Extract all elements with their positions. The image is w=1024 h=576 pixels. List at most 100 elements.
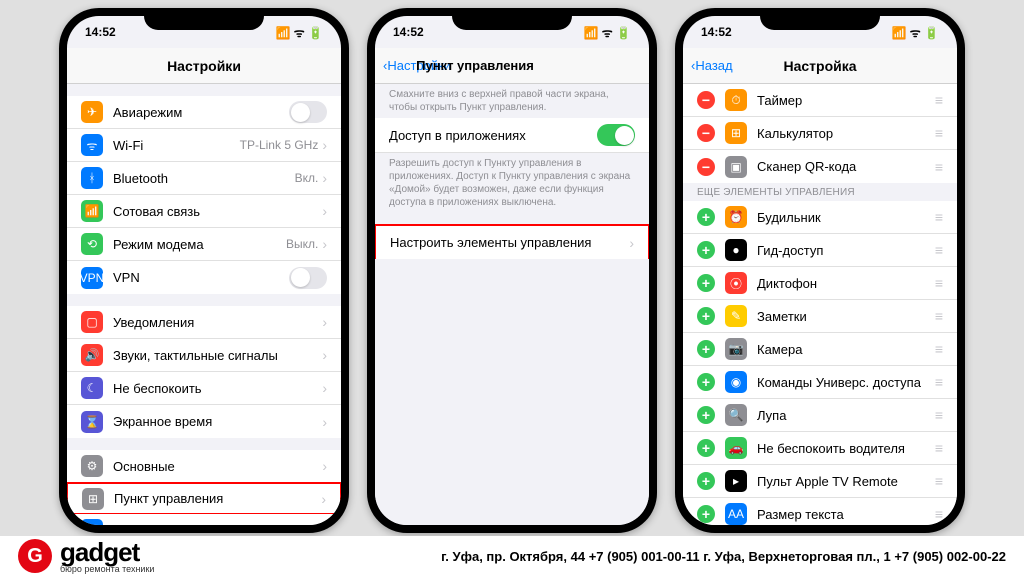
- add-icon[interactable]: +: [697, 505, 715, 523]
- list-item[interactable]: ▢Уведомления›: [67, 306, 341, 339]
- item-label: Не беспокоить водителя: [757, 441, 935, 456]
- app-icon: ☾: [81, 377, 103, 399]
- list-item[interactable]: +⏰Будильник≡: [683, 201, 957, 234]
- list-item[interactable]: ᯤWi-FiTP-Link 5 GHz›: [67, 129, 341, 162]
- add-icon[interactable]: +: [697, 406, 715, 424]
- chevron-right-icon: ›: [322, 380, 327, 396]
- notch: [760, 8, 880, 30]
- chevron-right-icon: ›: [322, 170, 327, 186]
- drag-handle-icon[interactable]: ≡: [935, 341, 943, 357]
- drag-handle-icon[interactable]: ≡: [935, 506, 943, 522]
- list-item[interactable]: −⊞Калькулятор≡: [683, 117, 957, 150]
- add-icon[interactable]: +: [697, 439, 715, 457]
- add-icon[interactable]: +: [697, 208, 715, 226]
- app-icon: ⚙: [81, 455, 103, 477]
- chevron-right-icon: ›: [321, 491, 326, 507]
- item-value: Вкл.: [295, 171, 319, 185]
- add-icon[interactable]: +: [697, 373, 715, 391]
- app-icon: ●: [725, 239, 747, 261]
- list-item[interactable]: 📶Сотовая связь›: [67, 195, 341, 228]
- list-item[interactable]: ✈Авиарежим: [67, 96, 341, 129]
- phone-1: 14:52 📶 ᯤ 🔋 Настройки ✈АвиарежимᯤWi-FiTP…: [59, 8, 349, 533]
- list-item[interactable]: −▣Сканер QR-кода≡: [683, 150, 957, 183]
- list-item[interactable]: ⚙Основные›: [67, 450, 341, 483]
- add-icon[interactable]: +: [697, 274, 715, 292]
- app-icon: ⏱: [725, 89, 747, 111]
- drag-handle-icon[interactable]: ≡: [935, 374, 943, 390]
- drag-handle-icon[interactable]: ≡: [935, 159, 943, 175]
- phone-3: 14:52 📶 ᯤ 🔋 ‹ Назад Настройка −⏱Таймер≡−…: [675, 8, 965, 533]
- list-item[interactable]: +⦿Диктофон≡: [683, 267, 957, 300]
- logo-icon: G: [18, 539, 52, 573]
- list-item[interactable]: +🚗Не беспокоить водителя≡: [683, 432, 957, 465]
- list-item[interactable]: +📷Камера≡: [683, 333, 957, 366]
- list-item[interactable]: ⊞Пункт управления›: [67, 482, 341, 515]
- section-header: ЕЩЕ ЭЛЕМЕНТЫ УПРАВЛЕНИЯ: [683, 183, 957, 201]
- drag-handle-icon[interactable]: ≡: [935, 125, 943, 141]
- drag-handle-icon[interactable]: ≡: [935, 308, 943, 324]
- toggle-switch[interactable]: [289, 101, 327, 123]
- page-title: Пункт управления: [416, 58, 534, 73]
- app-icon: ▣: [725, 156, 747, 178]
- list-item[interactable]: +◉Команды Универс. доступа≡: [683, 366, 957, 399]
- list-item[interactable]: −⏱Таймер≡: [683, 84, 957, 117]
- drag-handle-icon[interactable]: ≡: [935, 242, 943, 258]
- app-icon: ⏰: [725, 206, 747, 228]
- time: 14:52: [393, 25, 424, 39]
- drag-handle-icon[interactable]: ≡: [935, 407, 943, 423]
- customize-controls-row[interactable]: Настроить элементы управления ›: [375, 224, 649, 259]
- item-label: Wi-Fi: [113, 138, 240, 153]
- item-label: Заметки: [757, 309, 935, 324]
- footer: G gadget бюро ремонта техники г. Уфа, пр…: [0, 536, 1024, 576]
- page-title: Настройка: [783, 58, 856, 74]
- list-item[interactable]: +🔍Лупа≡: [683, 399, 957, 432]
- drag-handle-icon[interactable]: ≡: [935, 473, 943, 489]
- list-item[interactable]: ᚼBluetoothВкл.›: [67, 162, 341, 195]
- settings-list[interactable]: ✈АвиарежимᯤWi-FiTP-Link 5 GHz›ᚼBluetooth…: [67, 84, 341, 525]
- list-item[interactable]: VPNVPN: [67, 261, 341, 294]
- chevron-right-icon: ›: [322, 203, 327, 219]
- drag-handle-icon[interactable]: ≡: [935, 275, 943, 291]
- list-item[interactable]: +●Гид-доступ≡: [683, 234, 957, 267]
- remove-icon[interactable]: −: [697, 91, 715, 109]
- chevron-right-icon: ›: [629, 235, 634, 251]
- toggle-switch[interactable]: [597, 124, 635, 146]
- item-label: Лупа: [757, 408, 935, 423]
- add-icon[interactable]: +: [697, 307, 715, 325]
- back-button[interactable]: ‹ Назад: [691, 58, 733, 73]
- app-icon: ⌛: [81, 411, 103, 433]
- add-icon[interactable]: +: [697, 472, 715, 490]
- app-icon: ▢: [81, 311, 103, 333]
- list-item[interactable]: +▸Пульт Apple TV Remote≡: [683, 465, 957, 498]
- chevron-right-icon: ›: [322, 347, 327, 363]
- remove-icon[interactable]: −: [697, 158, 715, 176]
- list-item[interactable]: AAЭкран и яркость›: [67, 514, 341, 525]
- drag-handle-icon[interactable]: ≡: [935, 92, 943, 108]
- item-label: Экранное время: [113, 414, 318, 429]
- remove-icon[interactable]: −: [697, 124, 715, 142]
- drag-handle-icon[interactable]: ≡: [935, 209, 943, 225]
- app-icon: ⊞: [82, 488, 104, 510]
- time: 14:52: [701, 25, 732, 39]
- item-label: Сотовая связь: [113, 204, 318, 219]
- item-label: Bluetooth: [113, 171, 295, 186]
- chevron-right-icon: ›: [322, 458, 327, 474]
- add-icon[interactable]: +: [697, 241, 715, 259]
- list-item[interactable]: ⌛Экранное время›: [67, 405, 341, 438]
- app-icon: ◉: [725, 371, 747, 393]
- access-in-apps-toggle[interactable]: Доступ в приложениях: [375, 118, 649, 153]
- notch: [144, 8, 264, 30]
- list-item[interactable]: 🔊Звуки, тактильные сигналы›: [67, 339, 341, 372]
- app-icon: ⟲: [81, 233, 103, 255]
- item-label: Размер текста: [757, 507, 935, 522]
- list-item[interactable]: ⟲Режим модемаВыкл.›: [67, 228, 341, 261]
- add-icon[interactable]: +: [697, 340, 715, 358]
- list-item[interactable]: ☾Не беспокоить›: [67, 372, 341, 405]
- toggle-switch[interactable]: [289, 267, 327, 289]
- app-icon: AA: [725, 503, 747, 525]
- list-item[interactable]: +✎Заметки≡: [683, 300, 957, 333]
- drag-handle-icon[interactable]: ≡: [935, 440, 943, 456]
- item-label: Камера: [757, 342, 935, 357]
- contact-info: г. Уфа, пр. Октября, 44 +7 (905) 001-00-…: [190, 549, 1006, 564]
- list-item[interactable]: + AA Размер текста≡: [683, 498, 957, 525]
